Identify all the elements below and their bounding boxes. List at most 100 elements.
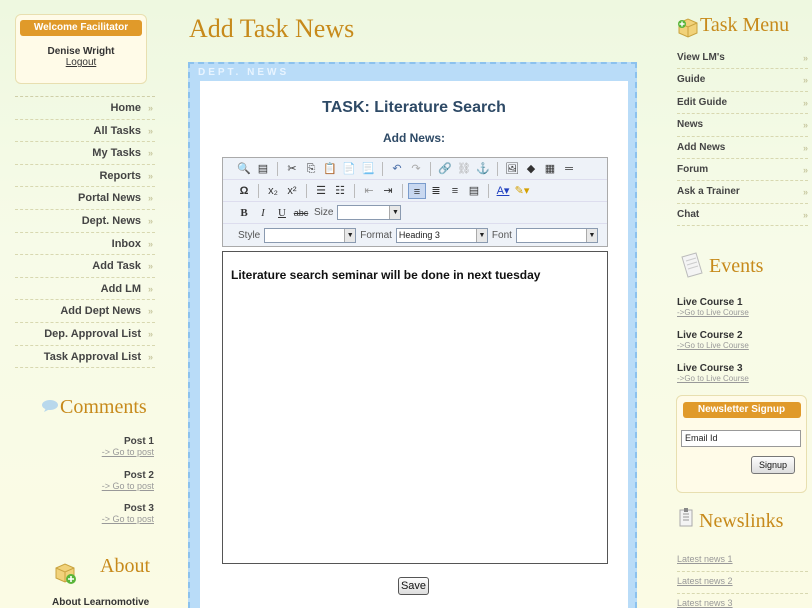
left-nav-item-task-approval-list[interactable]: Task Approval List » (15, 346, 155, 369)
newslink-item[interactable]: Latest news 1 (677, 550, 808, 572)
task-menu-item-edit-guide[interactable]: Edit Guide » (677, 92, 808, 115)
task-menu-item-label: Chat (677, 208, 700, 220)
chevron-down-icon: ▼ (344, 228, 356, 242)
left-nav-item-reports[interactable]: Reports » (15, 165, 155, 188)
image-icon[interactable]: 🖼 (503, 161, 521, 177)
bulleted-list-icon[interactable]: ☷ (331, 183, 349, 199)
toolbar-separator (277, 161, 278, 176)
undo-icon[interactable]: ↶ (388, 161, 406, 177)
bold-icon[interactable]: B (235, 205, 253, 221)
comment-post-3: Post 3 -> Go to post (102, 503, 154, 524)
left-nav-item-label: Task Approval List (43, 350, 141, 363)
left-nav-item-portal-news[interactable]: Portal News » (15, 187, 155, 210)
left-nav-item-add-task[interactable]: Add Task » (15, 255, 155, 278)
save-button[interactable]: Save (398, 577, 429, 595)
text-color-icon[interactable]: A▾ (494, 183, 512, 199)
left-nav-item-label: Inbox (111, 237, 141, 250)
align-right-icon[interactable]: ≡ (446, 183, 464, 199)
left-nav-item-label: Add LM (100, 282, 141, 295)
flash-icon[interactable]: ◆ (522, 161, 540, 177)
align-left-icon[interactable]: ≡ (408, 182, 426, 199)
go-to-live-course-link[interactable]: ->Go to Live Course (677, 308, 749, 317)
indent-icon[interactable]: ⇥ (379, 183, 397, 199)
left-nav-item-dep-approval-list[interactable]: Dep. Approval List » (15, 323, 155, 346)
newslink-item[interactable]: Latest news 3 (677, 594, 808, 608)
anchor-icon[interactable]: ⚓ (474, 161, 492, 177)
task-menu-item-label: Guide (677, 74, 706, 86)
special-char-icon[interactable]: Ω (235, 183, 253, 199)
post-title: Post 2 (123, 470, 154, 481)
align-center-icon[interactable]: ≣ (427, 183, 445, 199)
format-select[interactable]: Heading 3 ▼ (395, 227, 488, 243)
events-title: Events (709, 255, 764, 277)
redo-icon[interactable]: ↷ (407, 161, 425, 177)
signup-button[interactable]: Signup (751, 456, 795, 474)
task-menu-item-label: View LM's (677, 52, 725, 63)
background-color-icon[interactable]: ✎▾ (513, 183, 531, 199)
left-nav-item-dept-news[interactable]: Dept. News » (15, 210, 155, 233)
go-to-live-course-link[interactable]: ->Go to Live Course (677, 341, 749, 350)
logout-link[interactable]: Logout (16, 57, 146, 68)
task-menu-item-forum[interactable]: Forum » (677, 159, 808, 182)
go-to-post-link[interactable]: -> Go to post (102, 447, 154, 457)
left-nav-item-add-dept-news[interactable]: Add Dept News » (15, 300, 155, 323)
email-field[interactable]: Email Id (681, 430, 801, 447)
newslink-item[interactable]: Latest news 2 (677, 572, 808, 594)
add-news-label: Add News: (382, 131, 445, 145)
left-nav-item-label: My Tasks (92, 147, 141, 160)
event-item-2: Live Course 2 ->Go to Live Course (677, 330, 749, 350)
font-label: Font (491, 229, 512, 241)
welcome-box: Welcome Facilitator Denise Wright Logout (15, 14, 147, 84)
unlink-icon[interactable]: ⛓ (455, 161, 473, 177)
table-icon[interactable]: ▦ (541, 161, 559, 177)
italic-icon[interactable]: I (254, 205, 272, 221)
numbered-list-icon[interactable]: ☰ (312, 183, 330, 199)
paste-text-icon[interactable]: 📄 (340, 161, 358, 177)
copy-icon[interactable]: ⎘ (302, 161, 320, 177)
style-select[interactable]: ▼ (264, 227, 357, 243)
templates-icon[interactable]: ▤ (254, 161, 272, 177)
task-menu-item-guide[interactable]: Guide » (677, 69, 808, 92)
comment-post-2: Post 2 -> Go to post (102, 470, 154, 491)
toolbar-row-1: 🔍 ▤ ✂ ⎘ 📋 📄 📃 ↶ ↷ 🔗 ⛓ ⚓ 🖼 ◆ ▦ ═ (223, 158, 607, 180)
paste-word-icon[interactable]: 📃 (359, 161, 377, 177)
left-nav-item-my-tasks[interactable]: My Tasks » (15, 142, 155, 165)
task-menu-item-news[interactable]: News » (677, 114, 808, 137)
bullet-icon: » (802, 164, 808, 175)
editor-content-area[interactable]: Literature search seminar will be done i… (222, 251, 608, 564)
task-menu-item-label: Edit Guide (677, 96, 727, 108)
justify-icon[interactable]: ▤ (465, 183, 483, 199)
underline-icon[interactable]: U (273, 205, 291, 221)
left-nav-item-home[interactable]: Home » (15, 97, 155, 120)
left-nav-item-label: Dep. Approval List (44, 327, 141, 340)
bullet-icon: » (147, 170, 153, 181)
paste-icon[interactable]: 📋 (321, 161, 339, 177)
event-title: Live Course 3 (677, 363, 743, 374)
go-to-post-link[interactable]: -> Go to post (102, 514, 154, 524)
left-nav-item-inbox[interactable]: Inbox » (15, 233, 155, 256)
toolbar-row-4: Style ▼ Format Heading 3 ▼ Font ▼ (223, 224, 607, 246)
superscript-icon[interactable]: x² (283, 183, 301, 199)
outdent-icon[interactable]: ⇤ (360, 183, 378, 199)
task-menu-item-add-news[interactable]: Add News » (677, 137, 808, 159)
link-icon[interactable]: 🔗 (436, 161, 454, 177)
task-menu-item-view-lms[interactable]: View LM's » (677, 47, 808, 70)
font-select[interactable]: ▼ (515, 227, 598, 243)
left-sidebar: Welcome Facilitator Denise Wright Logout… (0, 0, 168, 608)
horizontal-rule-icon[interactable]: ═ (560, 161, 578, 177)
about-title: About (100, 555, 150, 577)
bullet-icon: » (147, 283, 153, 294)
go-to-post-link[interactable]: -> Go to post (102, 481, 154, 491)
preview-icon[interactable]: 🔍 (235, 161, 253, 177)
left-nav-item-add-lm[interactable]: Add LM » (15, 278, 155, 301)
subscript-icon[interactable]: x₂ (264, 183, 282, 199)
left-nav-item-all-tasks[interactable]: All Tasks » (15, 120, 155, 143)
size-select[interactable]: ▼ (337, 205, 402, 220)
strikethrough-icon[interactable]: abc (292, 205, 310, 221)
task-menu-item-chat[interactable]: Chat » (677, 204, 808, 227)
task-menu-item-ask-a-trainer[interactable]: Ask a Trainer » (677, 181, 808, 204)
bullet-icon: » (147, 103, 153, 113)
cut-icon[interactable]: ✂ (283, 161, 301, 177)
go-to-live-course-link[interactable]: ->Go to Live Course (677, 374, 749, 383)
about-text[interactable]: About Learnomotive (52, 597, 149, 608)
